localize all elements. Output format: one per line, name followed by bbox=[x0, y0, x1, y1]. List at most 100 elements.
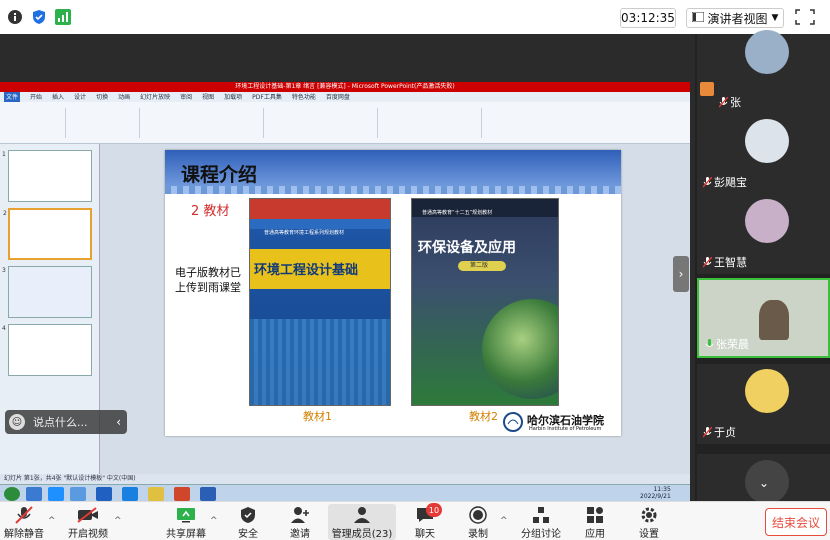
participant-tile[interactable]: 王智慧 bbox=[697, 194, 830, 274]
chat-badge: 10 bbox=[426, 503, 442, 517]
slide-thumbnail[interactable]: 2 bbox=[3, 208, 92, 260]
chat-button[interactable]: 10 聊天 bbox=[410, 503, 442, 540]
chevron-up-icon[interactable]: ^ bbox=[500, 516, 508, 526]
slide-title: 课程介绍 bbox=[181, 164, 258, 186]
share-label: 共享屏幕 bbox=[166, 529, 206, 540]
comment-bar[interactable]: ☺ 说点什么... ‹ bbox=[5, 410, 127, 434]
system-clock: 11:35 2022/9/21 bbox=[640, 486, 671, 500]
taskbar-app-icon[interactable] bbox=[122, 487, 138, 501]
participant-tile[interactable]: 张 bbox=[697, 30, 830, 114]
ppt-tab[interactable]: 加载项 bbox=[224, 92, 242, 102]
drawing-group[interactable] bbox=[382, 108, 482, 138]
participant-name-row: 张荣晨 bbox=[705, 336, 749, 352]
unmute-button[interactable]: 解除静音 bbox=[2, 504, 46, 540]
start-video-button[interactable]: 开启视频 bbox=[64, 504, 112, 540]
collapse-panel-button[interactable]: › bbox=[673, 256, 689, 292]
editing-group[interactable] bbox=[486, 108, 546, 138]
ppt-tab[interactable]: 插入 bbox=[52, 92, 64, 102]
end-meeting-button[interactable]: 结束会议 bbox=[765, 508, 827, 536]
slide-thumbnail[interactable]: 3 bbox=[2, 266, 92, 318]
clipboard-group[interactable] bbox=[6, 108, 66, 138]
paragraph-group[interactable] bbox=[268, 108, 378, 138]
manage-participants-button[interactable]: 管理成员(23) bbox=[328, 504, 396, 540]
ppt-tab[interactable]: 特色功能 bbox=[292, 92, 316, 102]
slides-group[interactable] bbox=[70, 108, 140, 138]
taskbar-app-icon[interactable] bbox=[200, 487, 216, 501]
chevron-up-icon[interactable]: ^ bbox=[210, 516, 218, 526]
info-icon[interactable] bbox=[6, 8, 24, 26]
ppt-tab[interactable]: 审阅 bbox=[180, 92, 192, 102]
textbook-1-cover: 普通高等教育环境工程系列规划教材 环境工程设计基础 bbox=[249, 198, 391, 406]
chevron-up-icon[interactable]: ^ bbox=[114, 516, 122, 526]
ppt-title-bar: 环境工程设计基础-第1章 绪言 [兼容模式] - Microsoft Power… bbox=[0, 82, 690, 92]
unmute-label: 解除静音 bbox=[4, 529, 44, 540]
book2-edition-badge: 第二版 bbox=[458, 261, 506, 271]
chevron-up-icon[interactable]: ^ bbox=[48, 516, 56, 526]
share-screen-button[interactable]: 共享屏幕 bbox=[162, 504, 210, 540]
ppt-tab[interactable]: 设计 bbox=[74, 92, 86, 102]
fullscreen-icon[interactable] bbox=[794, 8, 818, 28]
mic-muted-icon bbox=[13, 505, 35, 525]
school-name-en: Harbin Institute of Petroleum bbox=[529, 426, 602, 432]
ppt-status-bar: 幻灯片 第1张，共4张 "默认设计模板" 中文(中国) bbox=[0, 474, 690, 484]
mic-muted-icon bbox=[702, 426, 713, 438]
invite-button[interactable]: 邀请 bbox=[284, 504, 316, 540]
chevron-left-icon[interactable]: ‹ bbox=[116, 415, 121, 429]
chevron-down-icon[interactable]: ⌄ bbox=[759, 476, 769, 490]
apps-button[interactable]: 应用 bbox=[580, 504, 610, 540]
video-feed bbox=[759, 300, 789, 340]
slide-subtitle: 2 教材 bbox=[191, 204, 230, 219]
ppt-tab[interactable]: 切换 bbox=[96, 92, 108, 102]
ppt-ribbon-tabs: 文件 开始 插入 设计 切换 动画 幻灯片放映 审阅 视图 加载项 PDF工具集… bbox=[0, 92, 690, 102]
signal-icon[interactable] bbox=[54, 8, 72, 26]
camera-off-icon bbox=[77, 505, 99, 525]
slide-thumbnail[interactable]: 1 bbox=[2, 150, 92, 202]
slide-title-stripe bbox=[165, 186, 621, 194]
ppt-tab[interactable]: 动画 bbox=[118, 92, 130, 102]
participant-name: 于贞 bbox=[714, 426, 736, 439]
ppt-tab[interactable]: 文件 bbox=[4, 92, 21, 102]
participant-name-row: 于贞 bbox=[702, 424, 736, 440]
mic-muted-icon bbox=[702, 176, 713, 188]
ppt-tab[interactable]: PDF工具集 bbox=[252, 92, 282, 102]
participant-name: 张荣晨 bbox=[716, 338, 749, 351]
shield-icon[interactable] bbox=[30, 8, 48, 26]
book1-series-band: 普通高等教育环境工程系列规划教材 bbox=[250, 219, 390, 236]
taskbar-app-icon[interactable] bbox=[48, 487, 64, 501]
apps-label: 应用 bbox=[585, 529, 605, 540]
breakout-icon bbox=[530, 505, 552, 525]
textbook-2-cover: 普通高等教育“十二五”规划教材 环保设备及应用 第二版 bbox=[411, 198, 559, 406]
emoji-icon[interactable]: ☺ bbox=[9, 414, 25, 430]
slide-note: 电子版教材已上传到雨课堂 bbox=[175, 266, 241, 294]
chevron-down-icon: ▼ bbox=[771, 13, 779, 23]
taskbar-app-icon[interactable] bbox=[148, 487, 164, 501]
clock-time: 11:35 bbox=[653, 486, 671, 493]
view-mode-dropdown[interactable]: 演讲者视图 ▼ bbox=[686, 8, 784, 28]
ppt-tab[interactable]: 开始 bbox=[30, 92, 42, 102]
avatar bbox=[745, 30, 789, 74]
ppt-tab[interactable]: 视图 bbox=[202, 92, 214, 102]
taskbar-app-icon[interactable] bbox=[174, 487, 190, 501]
participant-tile-active-speaker[interactable]: 张荣晨 bbox=[697, 278, 830, 358]
avatar bbox=[745, 119, 789, 163]
mic-muted-icon bbox=[702, 256, 713, 268]
slide-thumbnail[interactable]: 4 bbox=[2, 324, 92, 376]
participant-tile[interactable]: 于贞 bbox=[697, 364, 830, 444]
record-button[interactable]: 录制 bbox=[462, 504, 494, 540]
settings-button[interactable]: 设置 bbox=[634, 504, 664, 540]
font-group[interactable] bbox=[144, 108, 264, 138]
ppt-ribbon bbox=[0, 102, 690, 144]
breakout-rooms-button[interactable]: 分组讨论 bbox=[518, 504, 564, 540]
taskbar-app-icon[interactable] bbox=[96, 487, 112, 501]
book2-edition: 第二版 bbox=[470, 262, 489, 269]
layout-icon bbox=[691, 11, 705, 25]
ppt-tab[interactable]: 百度网盘 bbox=[326, 92, 350, 102]
taskbar-app-icon[interactable] bbox=[70, 487, 86, 501]
video-label: 开启视频 bbox=[68, 529, 108, 540]
comment-input[interactable]: 说点什么... bbox=[33, 414, 88, 430]
start-icon[interactable] bbox=[4, 487, 20, 501]
security-button[interactable]: 安全 bbox=[232, 504, 264, 540]
taskbar-app-icon[interactable] bbox=[26, 487, 42, 501]
ppt-tab[interactable]: 幻灯片放映 bbox=[140, 92, 170, 102]
participant-tile[interactable]: 彭飓宝 bbox=[697, 114, 830, 194]
